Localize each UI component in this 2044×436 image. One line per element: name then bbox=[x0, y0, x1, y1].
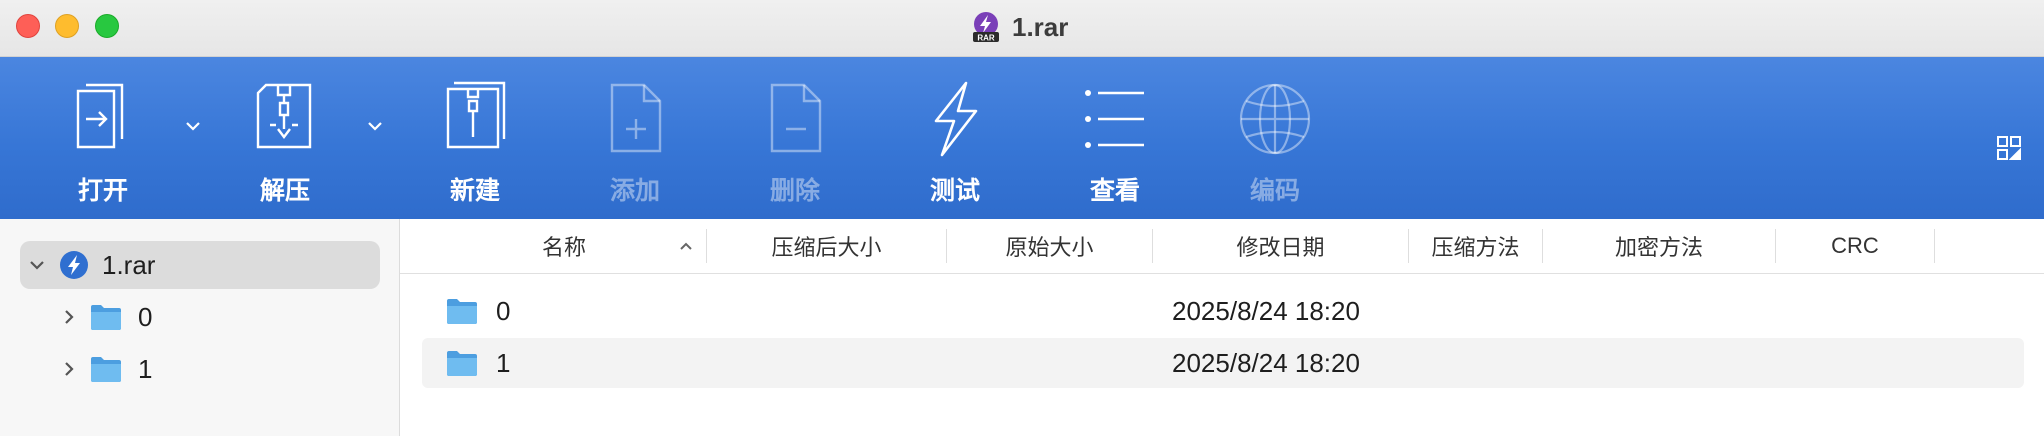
chevron-down-icon[interactable] bbox=[26, 254, 48, 276]
folder-icon bbox=[447, 299, 477, 324]
extract-menu-chevron-icon[interactable] bbox=[360, 111, 390, 141]
toolbar: 打开 解压 新建 添加 删除 测试 查看 编码 bbox=[0, 57, 2044, 219]
view-mode-grid-icon[interactable] bbox=[1996, 135, 2022, 161]
column-header-modified-date[interactable]: 修改日期 bbox=[1153, 219, 1408, 273]
title-bar: RAR 1.rar bbox=[0, 0, 2044, 57]
open-menu-chevron-icon[interactable] bbox=[178, 111, 208, 141]
folder-icon bbox=[91, 357, 121, 382]
delete-button[interactable]: 删除 bbox=[730, 57, 860, 219]
column-header-encryption-method[interactable]: 加密方法 bbox=[1543, 219, 1775, 273]
column-header-compression-method[interactable]: 压缩方法 bbox=[1409, 219, 1542, 273]
encoding-button[interactable]: 编码 bbox=[1210, 57, 1340, 219]
row-name: 1 bbox=[496, 347, 511, 378]
sidebar-tree: 1.rar 0 1 bbox=[0, 219, 400, 436]
rar-archive-icon bbox=[60, 251, 88, 279]
add-button[interactable]: 添加 bbox=[570, 57, 700, 219]
table-row[interactable]: 0 2025/8/24 18:20 bbox=[422, 286, 2024, 336]
column-header-original-size[interactable]: 原始大小 bbox=[947, 219, 1152, 273]
new-archive-icon bbox=[446, 81, 506, 149]
table-row[interactable]: 1 2025/8/24 18:20 bbox=[422, 338, 2024, 388]
zoom-window-button[interactable] bbox=[95, 14, 119, 38]
tree-item-folder-0[interactable]: 0 bbox=[58, 293, 152, 341]
globe-icon bbox=[1239, 83, 1311, 155]
extract-archive-icon bbox=[256, 83, 312, 149]
rar-app-icon: RAR bbox=[973, 12, 999, 43]
minimize-window-button[interactable] bbox=[55, 14, 79, 38]
close-window-button[interactable] bbox=[16, 14, 40, 38]
tree-item-root[interactable]: 1.rar bbox=[20, 241, 380, 289]
lightning-icon bbox=[934, 81, 978, 157]
delete-file-icon bbox=[770, 83, 822, 153]
sort-ascending-icon bbox=[680, 242, 692, 250]
list-view-icon bbox=[1085, 90, 1144, 148]
row-name: 0 bbox=[496, 295, 511, 326]
chevron-right-icon[interactable] bbox=[58, 306, 80, 328]
file-list: 名称 压缩后大小 原始大小 修改日期 压缩方法 加密方法 CRC 0 2025/… bbox=[400, 219, 2044, 436]
add-file-icon bbox=[610, 83, 662, 153]
test-button[interactable]: 测试 bbox=[890, 57, 1020, 219]
open-button[interactable]: 打开 bbox=[38, 57, 168, 219]
column-header-packed-size[interactable]: 压缩后大小 bbox=[707, 219, 946, 273]
new-archive-button[interactable]: 新建 bbox=[410, 57, 540, 219]
column-header-row: 名称 压缩后大小 原始大小 修改日期 压缩方法 加密方法 CRC bbox=[400, 219, 2044, 274]
open-file-icon bbox=[76, 83, 124, 149]
column-header-crc[interactable]: CRC bbox=[1776, 219, 1934, 273]
tree-item-folder-1[interactable]: 1 bbox=[58, 345, 152, 393]
window-title: RAR 1.rar bbox=[970, 10, 1068, 44]
view-button[interactable]: 查看 bbox=[1050, 57, 1180, 219]
extract-button[interactable]: 解压 bbox=[220, 57, 350, 219]
row-modified-date: 2025/8/24 18:20 bbox=[1172, 295, 1360, 326]
row-modified-date: 2025/8/24 18:20 bbox=[1172, 347, 1360, 378]
column-header-name[interactable]: 名称 bbox=[422, 219, 706, 273]
svg-text:RAR: RAR bbox=[977, 34, 995, 43]
folder-icon bbox=[447, 351, 477, 376]
folder-icon bbox=[91, 305, 121, 330]
chevron-right-icon[interactable] bbox=[58, 358, 80, 380]
